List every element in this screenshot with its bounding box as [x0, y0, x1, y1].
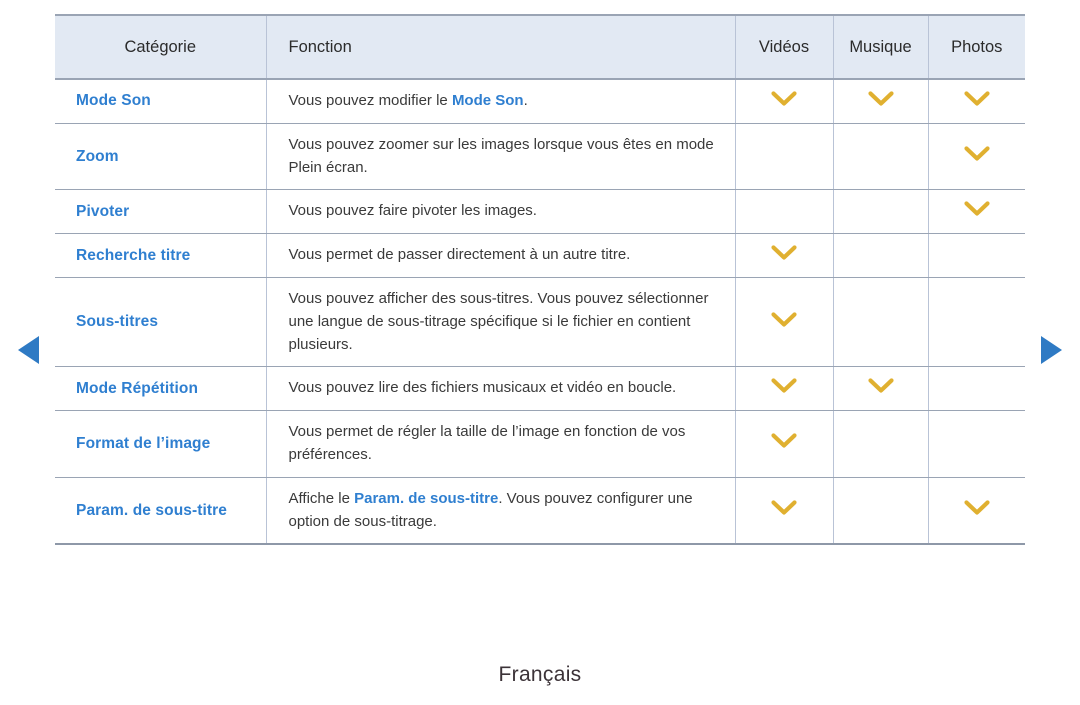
cell-videos-mark	[735, 477, 834, 546]
cell-music-mark	[833, 123, 929, 191]
column-header-function: Fonction	[266, 14, 736, 80]
chevron-down-icon	[964, 146, 990, 162]
cell-videos-mark	[735, 189, 834, 235]
cell-function: Vous pouvez modifier le Mode Son.	[266, 79, 736, 124]
function-text: Affiche le	[288, 489, 355, 507]
cell-function: Vous pouvez faire pivoter les images.	[266, 189, 736, 235]
cell-function: Vous pouvez lire des fichiers musicaux e…	[266, 366, 736, 412]
chevron-down-icon	[964, 500, 990, 516]
cell-category: Zoom	[55, 123, 267, 191]
cell-music-mark	[833, 189, 929, 235]
cell-music-mark	[833, 410, 929, 478]
page-root: Catégorie Fonction Vidéos Musique Photos…	[0, 0, 1080, 705]
cell-photos-mark	[928, 410, 1025, 478]
chevron-down-icon	[964, 201, 990, 217]
cell-category: Sous-titres	[55, 277, 267, 368]
table-row: Zoom Vous pouvez zoomer sur les images lo…	[55, 123, 1025, 191]
cell-function: Vous pouvez afficher des sous-titres. Vo…	[266, 277, 736, 368]
function-text: Vous pouvez afficher des sous-titres. Vo…	[288, 289, 709, 353]
function-highlight-term: Param. de sous-titre	[354, 489, 499, 507]
chevron-down-icon	[771, 245, 797, 261]
cell-function: Vous permet de régler la taille de l’ima…	[266, 410, 736, 478]
triangle-left-icon[interactable]	[18, 336, 39, 364]
column-header-videos: Vidéos	[735, 14, 834, 80]
cell-photos-mark	[928, 123, 1025, 191]
table-row: Mode Répétition Vous pouvez lire des fich…	[55, 366, 1025, 412]
cell-photos-mark	[928, 233, 1025, 278]
function-text: Vous pouvez zoomer sur les images lorsqu…	[288, 135, 714, 176]
cell-category: Pivoter	[55, 189, 267, 235]
function-text: Vous pouvez modifier le	[288, 92, 452, 109]
table-row: Param. de sous-titre Affiche le Param. de…	[55, 477, 1025, 546]
chevron-down-icon	[771, 378, 797, 394]
cell-category: Recherche titre	[55, 233, 267, 278]
cell-videos-mark	[735, 366, 834, 412]
function-text: Vous permet de passer directement à un a…	[288, 246, 631, 264]
footer-language-label: Français	[498, 663, 582, 686]
cell-photos-mark	[928, 79, 1025, 124]
chevron-down-icon	[964, 91, 990, 107]
cell-photos-mark	[928, 477, 1025, 546]
cell-photos-mark	[928, 366, 1025, 412]
chevron-down-icon	[771, 500, 797, 516]
chevron-down-icon	[867, 91, 894, 107]
table-row: Pivoter Vous pouvez faire pivoter les ima…	[55, 189, 1025, 235]
function-text: .	[523, 92, 528, 109]
chevron-down-icon	[771, 433, 797, 449]
triangle-right-icon[interactable]	[1041, 336, 1062, 364]
cell-music-mark	[833, 233, 929, 278]
feature-support-table: Catégorie Fonction Vidéos Musique Photos…	[55, 14, 1025, 546]
function-highlight-term: Mode Son	[451, 92, 524, 109]
cell-videos-mark	[735, 123, 834, 191]
column-header-photos: Photos	[928, 14, 1025, 80]
table-header-row: Catégorie Fonction Vidéos Musique Photos	[55, 14, 1025, 80]
cell-videos-mark	[735, 410, 834, 478]
table-row: Sous-titres Vous pouvez afficher des sous…	[55, 277, 1025, 368]
chevron-down-icon	[771, 312, 797, 328]
function-text: Vous pouvez faire pivoter les images.	[288, 202, 537, 220]
table-row: Recherche titre Vous permet de passer dir…	[55, 233, 1025, 278]
table-body: Mode Son Vous pouvez modifier le Mode Son…	[55, 79, 1025, 546]
cell-category: Format de l’image	[55, 410, 267, 478]
cell-category: Mode Son	[55, 79, 267, 124]
table-row: Format de l’image Vous permet de régler l…	[55, 410, 1025, 478]
cell-music-mark	[833, 79, 929, 124]
cell-function: Vous permet de passer directement à un a…	[266, 233, 736, 278]
column-header-music: Musique	[833, 14, 929, 80]
chevron-down-icon	[771, 91, 797, 107]
cell-videos-mark	[735, 277, 834, 368]
cell-photos-mark	[928, 277, 1025, 368]
cell-category: Mode Répétition	[55, 366, 267, 412]
cell-music-mark	[833, 366, 929, 412]
cell-music-mark	[833, 277, 929, 368]
cell-function: Affiche le Param. de sous-titre. Vous po…	[266, 477, 736, 546]
spec-table-container: Catégorie Fonction Vidéos Musique Photos…	[55, 14, 1025, 546]
function-text: Vous pouvez lire des fichiers musicaux e…	[288, 379, 677, 397]
cell-videos-mark	[735, 79, 834, 124]
table-row: Mode Son Vous pouvez modifier le Mode Son…	[55, 79, 1025, 124]
cell-photos-mark	[928, 189, 1025, 235]
cell-category: Param. de sous-titre	[55, 477, 267, 546]
table-header: Catégorie Fonction Vidéos Musique Photos	[55, 14, 1025, 80]
column-header-category: Catégorie	[55, 14, 267, 80]
cell-music-mark	[833, 477, 929, 546]
cell-videos-mark	[735, 233, 834, 278]
cell-function: Vous pouvez zoomer sur les images lorsqu…	[266, 123, 736, 191]
chevron-down-icon	[867, 378, 894, 394]
function-text: Vous permet de régler la taille de l’ima…	[288, 423, 686, 463]
